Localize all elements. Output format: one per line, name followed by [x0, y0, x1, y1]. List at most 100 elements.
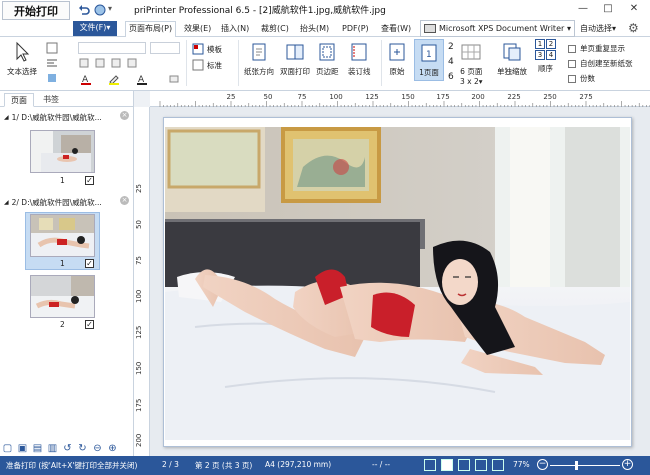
one-page-button[interactable]: 1 1页面: [414, 39, 444, 81]
text-select-button[interactable]: 文本选择: [7, 41, 37, 77]
maximize-button[interactable]: □: [600, 2, 616, 16]
ruler-label: 225: [507, 93, 521, 101]
photo-content: [165, 127, 630, 440]
grid-select[interactable]: 3 x 2▾: [460, 77, 483, 86]
start-print-button[interactable]: 开始打印: [2, 1, 70, 20]
zoom-in-icon[interactable]: ⊕: [107, 443, 118, 454]
view-page-icon[interactable]: [441, 459, 453, 471]
layout-2-button[interactable]: 2: [448, 42, 454, 52]
page-checkbox[interactable]: ✓: [85, 259, 94, 268]
tab-crop[interactable]: 裁剪(C): [258, 22, 292, 36]
single-zoom-button[interactable]: 单独缩放: [497, 41, 527, 77]
insert-page-icon[interactable]: ▣: [17, 443, 28, 454]
zoom-slider-thumb[interactable]: [575, 461, 578, 470]
brush-icon[interactable]: [46, 72, 58, 84]
auto-select-dropdown[interactable]: 自动选择▾: [580, 23, 616, 34]
standard-dropdown[interactable]: 标准: [207, 60, 222, 71]
add-file-icon[interactable]: ▤: [32, 443, 43, 454]
page-thumbnail[interactable]: [30, 130, 95, 173]
zoom-icon[interactable]: ⊖: [92, 443, 103, 454]
rotate-left-icon[interactable]: ↺: [62, 443, 73, 454]
auto-new-sheet-checkbox[interactable]: 自创建至新纸张: [568, 58, 633, 69]
ruler-label: 50: [263, 93, 273, 101]
checkbox-label: 自创建至新纸张: [580, 59, 633, 68]
binding-label: 装订线: [348, 67, 371, 76]
paper-direction-button[interactable]: 纸张方向: [244, 41, 274, 77]
page-image[interactable]: [165, 127, 630, 440]
page-checkbox[interactable]: ✓: [85, 320, 94, 329]
document-path: 1/ D:\威航软件园\威航软...: [11, 113, 102, 122]
align-icon[interactable]: [46, 57, 58, 69]
tab-effects[interactable]: 效果(E): [181, 22, 214, 36]
template-dropdown[interactable]: 模板: [207, 44, 222, 55]
chevron-down-icon: ▾: [566, 24, 571, 33]
tab-pages[interactable]: 页面: [4, 93, 34, 107]
ruler-label: 150: [135, 361, 143, 375]
layout-4-button[interactable]: 4: [448, 57, 454, 67]
gear-icon[interactable]: ⚙: [628, 21, 639, 35]
copies-checkbox[interactable]: 份数: [568, 73, 595, 84]
zoom-out-button[interactable]: −: [537, 459, 548, 470]
duplex-button[interactable]: 双面打印: [280, 41, 310, 77]
tab-view[interactable]: 查看(W): [378, 22, 414, 36]
view-grid-icon[interactable]: [492, 459, 504, 471]
svg-text:1: 1: [426, 50, 432, 60]
ribbon-panel: 文本选择 A A 模板 标准 纸张方向 双面打印 页边距 装订线 原始 1 1页…: [0, 37, 650, 91]
order-button[interactable]: 1 2 3 4 顺序: [535, 39, 556, 74]
binding-button[interactable]: 装订线: [348, 41, 371, 77]
printer-select[interactable]: Microsoft XPS Document Writer ▾: [420, 20, 575, 37]
ruler-label: 25: [135, 184, 143, 193]
minimize-button[interactable]: —: [575, 2, 591, 16]
tab-bookmarks[interactable]: 书签: [38, 93, 64, 107]
page-thumbnail[interactable]: [30, 214, 95, 257]
page-checkbox[interactable]: ✓: [85, 176, 94, 185]
rotate-right-icon[interactable]: ↻: [77, 443, 88, 454]
tab-pdf[interactable]: PDF(P): [339, 22, 372, 36]
zoom-slider[interactable]: [550, 465, 620, 466]
tab-insert[interactable]: 插入(N): [218, 22, 252, 36]
view-two-icon[interactable]: [458, 459, 470, 471]
text-format-icon[interactable]: [78, 57, 90, 69]
globe-icon[interactable]: [94, 4, 106, 16]
undo-icon[interactable]: [78, 4, 90, 16]
bold-icon[interactable]: [46, 42, 58, 54]
tab-header[interactable]: 抬头(M): [297, 22, 332, 36]
text-format-icon[interactable]: [126, 57, 138, 69]
page-thumbnail[interactable]: [30, 275, 95, 318]
delete-page-icon[interactable]: ▥: [47, 443, 58, 454]
add-page-icon[interactable]: ▢: [2, 443, 13, 454]
font-color-icon[interactable]: A: [80, 73, 92, 85]
paper-size: A4 (297,210 mm): [265, 460, 332, 469]
clear-format-icon[interactable]: [168, 73, 180, 85]
close-button[interactable]: ✕: [626, 2, 642, 16]
collapse-icon[interactable]: ◢: [4, 114, 9, 121]
layout-6-button[interactable]: 6: [448, 72, 454, 82]
close-icon[interactable]: ×: [120, 111, 129, 120]
text-color-icon[interactable]: A: [136, 73, 148, 85]
font-size-select[interactable]: [150, 42, 180, 54]
view-four-icon[interactable]: [475, 459, 487, 471]
chevron-down-icon[interactable]: ▾: [108, 4, 120, 16]
tab-file[interactable]: 文件(F)▾: [73, 21, 117, 36]
original-button[interactable]: 原始: [386, 41, 408, 77]
font-family-select[interactable]: [78, 42, 146, 54]
highlight-icon[interactable]: [108, 73, 120, 85]
collapse-icon[interactable]: ◢: [4, 199, 9, 206]
margins-button[interactable]: 页边距: [316, 41, 339, 77]
close-icon[interactable]: ×: [120, 196, 129, 205]
text-format-icon[interactable]: [94, 57, 106, 69]
single-repeat-checkbox[interactable]: 单页重复显示: [568, 43, 625, 54]
ribbon-separator: [186, 40, 187, 86]
text-format-icon[interactable]: [110, 57, 122, 69]
tab-page-layout[interactable]: 页面布局(P): [125, 21, 177, 38]
view-single-icon[interactable]: [424, 459, 436, 471]
document-row[interactable]: ◢ 2/ D:\威航软件园\威航软... ×: [4, 196, 129, 208]
page-of: 第 2 页 (共 3 页): [195, 461, 253, 470]
one-page-label: 1页面: [419, 68, 439, 77]
zoom-in-button[interactable]: +: [622, 459, 633, 470]
document-row[interactable]: ◢ 1/ D:\威航软件园\威航软... ×: [4, 111, 129, 123]
text-select-label: 文本选择: [7, 67, 37, 76]
ruler-label: 50: [135, 220, 143, 229]
ruler-ticks: [159, 101, 650, 107]
six-pages-button[interactable]: 6 页面 3 x 2▾: [460, 41, 483, 86]
